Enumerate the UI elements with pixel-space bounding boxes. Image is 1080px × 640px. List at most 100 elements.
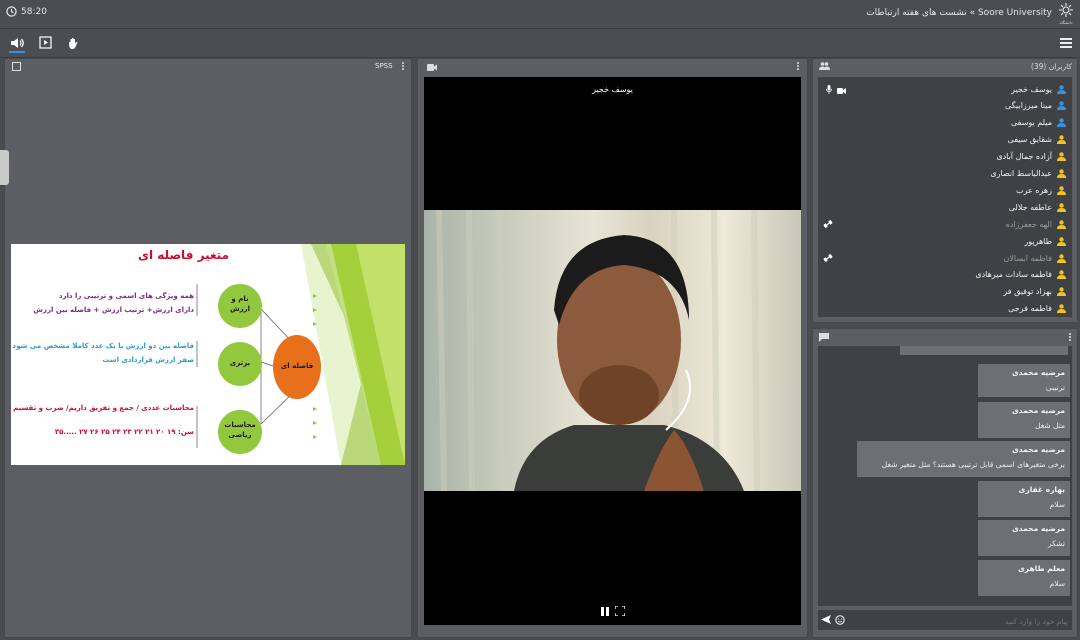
circle-label-3a: محاسبات [224, 421, 256, 429]
chat-message-partial [900, 346, 1068, 355]
user-list-item[interactable]: یوسف خجیر [824, 81, 1066, 97]
top-bar: 58:20 Soore University » نشست های هفته ا… [0, 0, 1080, 29]
university-logo: دانشگاه [1058, 3, 1074, 25]
user-icon [1057, 84, 1066, 94]
presentation-options-icon[interactable] [402, 62, 404, 64]
user-list-item[interactable]: بهزاد توفیق فر [824, 284, 1066, 300]
fullscreen-icon[interactable] [614, 605, 626, 619]
user-name: فاطمه سادات میرهادی [975, 270, 1052, 280]
chat-message: مرضیه محمدی تشکر [978, 520, 1070, 556]
session-timer: 58:20 [6, 6, 47, 17]
user-list-item[interactable]: شقایق سیفی [824, 132, 1066, 148]
hand-raise-icon[interactable] [67, 36, 81, 50]
chat-sender: مرضیه محمدی [1011, 406, 1065, 415]
user-name: فاطمه فرجی [1008, 304, 1052, 314]
user-list-item[interactable]: میلم یوسفی [824, 115, 1066, 131]
user-list-item[interactable]: فاطمه سادات میرهادی [824, 267, 1066, 283]
user-icon [1057, 203, 1066, 212]
webcam-frame [424, 210, 801, 491]
timer-text: 58:20 [21, 6, 47, 17]
user-icon [1057, 186, 1066, 195]
side-drawer-handle[interactable] [0, 150, 9, 185]
user-name: شقایق سیفی [1007, 135, 1052, 145]
menu-icon[interactable] [1060, 38, 1072, 48]
speaker-icon[interactable] [10, 36, 24, 50]
slide-title: متغیر فاصله ای [138, 248, 230, 262]
camera-icon [837, 86, 846, 97]
user-list-item[interactable]: الهه جعفرزاده [824, 216, 1066, 232]
chat-sender: مرضیه محمدی [1011, 524, 1065, 533]
chat-message: مرضیه محمدی برخی متغیرهای اسمی قابل ترتیب… [857, 441, 1070, 477]
chat-icon [819, 333, 829, 345]
clock-icon [6, 6, 17, 17]
chat-message: مرضیه محمدی مثل شغل [978, 402, 1070, 438]
active-indicator [9, 51, 25, 53]
user-list-item[interactable]: زهره عرب [824, 182, 1066, 198]
user-name: زهره عرب [1016, 185, 1052, 195]
camera-icon [427, 63, 437, 74]
video-stream: یوسف خجیر [424, 77, 801, 625]
page-title: Soore University » نشست های هفته ارتباطا… [866, 8, 1052, 18]
chat-text: سلام [1049, 500, 1065, 509]
circle-label-1b: ارزش [229, 305, 251, 313]
user-name: بهزاد توفیق فر [1003, 287, 1052, 297]
center-label: فاصله ای [280, 362, 314, 370]
listen-only-icon [823, 219, 833, 232]
slide-bullet-2a: فاصله بین دو ارزش با یک عدد کاملا مشخص م… [12, 342, 194, 350]
video-options-icon[interactable] [797, 62, 799, 64]
chat-input[interactable] [852, 612, 1070, 630]
chat-options-icon[interactable] [1069, 333, 1071, 335]
slide-bullet-3b: سن: ۱۹ ۲۰ ۲۱ ۲۲ ۲۳ ۲۴ ۲۵ ۲۶ ۲۷ .....۳۵ [54, 428, 194, 436]
chat-sender: معلم طاهری [1017, 564, 1065, 573]
user-name: میلم یوسفی [1011, 118, 1052, 128]
presentation-label: SPSS [375, 62, 393, 70]
user-name: آزاده جمال آبادی [996, 152, 1052, 162]
user-list-item[interactable]: آزاده جمال آبادی [824, 149, 1066, 165]
chat-text: ترتیبی [1045, 383, 1065, 392]
user-list: یوسف خجیر مینا میرزابیگی میلم یوسفی شقایق س… [818, 77, 1072, 317]
user-icon [1057, 236, 1066, 246]
user-name: الهه جعفرزاده [1005, 219, 1052, 229]
user-name: عبدالباسط انصاری [990, 169, 1052, 178]
circle-label-1: نام و ارزش [218, 294, 262, 314]
user-icon [1057, 169, 1066, 178]
circle-label-3: محاسبات ریاضی [218, 420, 262, 440]
presentation-toggle-icon[interactable] [12, 62, 21, 71]
user-list-item[interactable]: فاطمه فرجی [824, 301, 1066, 317]
user-icon [1057, 135, 1066, 145]
chat-message: بهاره غفاری سلام [978, 481, 1070, 517]
presentation-slide: متغیر فاصله ای همه ویژگی های اسمی و ترتی… [11, 244, 405, 465]
send-icon[interactable] [821, 615, 831, 626]
users-icon [819, 62, 830, 73]
presentation-play-icon[interactable] [39, 36, 53, 50]
mic-icon [826, 85, 832, 97]
chat-text: سلام [1049, 579, 1065, 588]
user-icon [1057, 253, 1066, 263]
slide-bullet-1a: همه ویژگی های اسمی و ترتیبی را دارد [58, 292, 194, 300]
chat-messages: مرضیه محمدی ترتیبی مرضیه محمدی مثل شغل مرضیه… [818, 346, 1072, 606]
user-list-item[interactable]: عاطفه جلالی [824, 199, 1066, 215]
user-list-item[interactable]: طاهرپور [824, 233, 1066, 249]
circle-label-2: برتری [229, 359, 251, 367]
circle-label-1a: نام و [231, 295, 249, 303]
slide-bullet-3a: محاسبات عددی / جمع و تفریق داریم/ ضرب و … [11, 404, 194, 412]
user-list-item[interactable]: مینا میرزابیگی [824, 98, 1066, 114]
chat-input-bar [818, 610, 1072, 630]
user-list-item[interactable]: عبدالباسط انصاری [824, 166, 1066, 182]
user-icon [1057, 287, 1066, 297]
emoji-icon[interactable] [835, 615, 845, 627]
users-title: کاربران (39) [1030, 62, 1072, 71]
chat-sender: مرضیه محمدی [1011, 368, 1065, 377]
webcam-person [436, 210, 760, 491]
user-list-item[interactable]: فاطمه ابسالان [824, 250, 1066, 266]
user-name: یوسف خجیر [1011, 84, 1052, 94]
user-icon [1057, 304, 1066, 314]
listen-only-icon [823, 253, 833, 266]
user-name: فاطمه ابسالان [1003, 253, 1052, 263]
user-name: مینا میرزابیگی [1004, 101, 1052, 111]
user-name: عاطفه جلالی [1008, 202, 1052, 212]
pause-icon[interactable] [601, 607, 609, 616]
toolbar [0, 29, 1080, 58]
user-icon [1057, 219, 1066, 229]
circle-label-3b: ریاضی [228, 431, 252, 439]
